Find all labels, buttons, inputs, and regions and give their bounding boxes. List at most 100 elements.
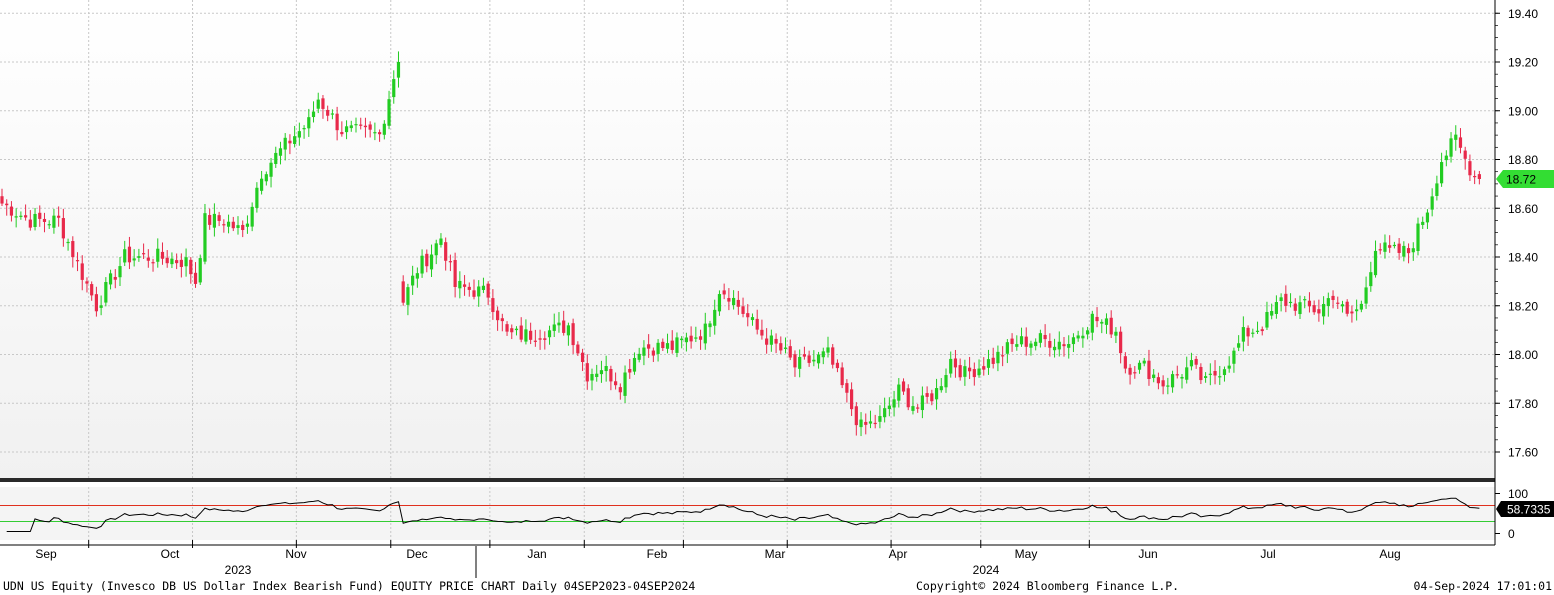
candle-body [642,347,646,356]
candle-body [1326,298,1330,307]
candle-body [260,178,264,191]
axis-background [1495,0,1554,545]
candle-body [396,61,401,78]
candle-body [991,357,995,364]
candle-body [557,322,561,326]
y-tick-label: 19.00 [1508,104,1538,118]
candle-body [623,372,627,396]
candle-body [241,224,245,231]
candle-body [840,367,844,386]
candle-body [670,340,674,350]
candle-body [1369,272,1373,287]
candle-body [1284,293,1288,306]
candle-body [1359,303,1363,310]
candle-body [708,323,712,328]
candle-body [1034,341,1038,347]
candle-body [66,241,70,244]
candle-body [1355,309,1359,312]
candle-body [1288,301,1293,304]
candle-body [779,343,783,351]
candle-body [765,338,769,345]
candle-body [576,344,580,354]
candle-body [1090,313,1094,333]
candle-body [684,337,688,343]
candle-body [1425,212,1430,223]
candle-body [458,280,462,289]
candle-body [510,328,514,333]
chart-description: UDN US Equity (Invesco DB US Dollar Inde… [3,579,695,593]
candle-body [665,343,670,349]
candle-body [826,347,830,353]
candle-body [916,407,920,409]
candle-body [1406,248,1411,254]
candle-body [316,99,320,109]
candle-body [1123,356,1127,369]
candle-body [580,352,585,363]
candle-body [741,306,745,314]
candle-body [585,363,589,382]
candle-body [175,260,179,264]
candle-body [411,275,415,286]
candle-body [1293,303,1297,311]
y-tick-label: 18.20 [1508,299,1538,313]
candle-body [156,248,160,262]
candle-body [9,206,14,216]
candle-body [996,351,1000,364]
candle-body [1076,335,1080,339]
candle-body [472,290,476,297]
candle-body [90,284,94,296]
candle-body [255,187,259,208]
candle-body [524,329,528,342]
candle-body [628,368,632,373]
candle-body [236,225,240,228]
candle-body [533,340,537,342]
candle-body [1232,350,1236,364]
candle-body [505,324,509,332]
candle-body [547,330,552,338]
candle-body [972,369,976,378]
candle-body [934,388,939,400]
candle-body [750,317,755,321]
candle-body [1199,366,1203,381]
candle-body [760,329,764,336]
candle-body [651,350,655,356]
candle-body [146,257,150,261]
candle-body [1005,342,1009,354]
candle-body [75,260,80,262]
x-month-label: Jan [527,547,546,561]
candle-body [1336,302,1340,304]
candle-body [883,408,887,418]
candle-body [1133,372,1137,374]
candle-body [1331,295,1335,300]
candle-body [529,330,533,340]
candle-body [462,284,467,287]
candle-body [1024,336,1028,347]
candle-body [1152,374,1156,379]
candle-body [61,218,65,239]
candle-body [675,337,679,353]
candle-body [1392,244,1396,247]
candle-body [335,113,339,131]
candle-body [698,336,703,340]
candle-body [274,152,278,164]
candle-body [850,389,854,410]
candle-body [562,320,566,333]
candle-body [1430,196,1434,210]
candle-body [85,281,89,284]
candle-body [755,318,759,330]
candle-body [1218,376,1222,378]
candle-body [982,366,986,370]
candle-body [448,261,452,263]
candle-body [387,99,391,126]
candle-body [269,162,273,177]
candle-body [892,399,896,408]
candle-body [647,344,651,349]
candle-body [689,335,693,342]
candle-body [467,286,471,290]
candle-body [226,221,231,227]
candle-body [736,299,740,307]
candle-body [293,136,297,144]
candle-body [382,123,386,135]
candle-body [571,323,575,346]
candle-body [1062,344,1066,347]
